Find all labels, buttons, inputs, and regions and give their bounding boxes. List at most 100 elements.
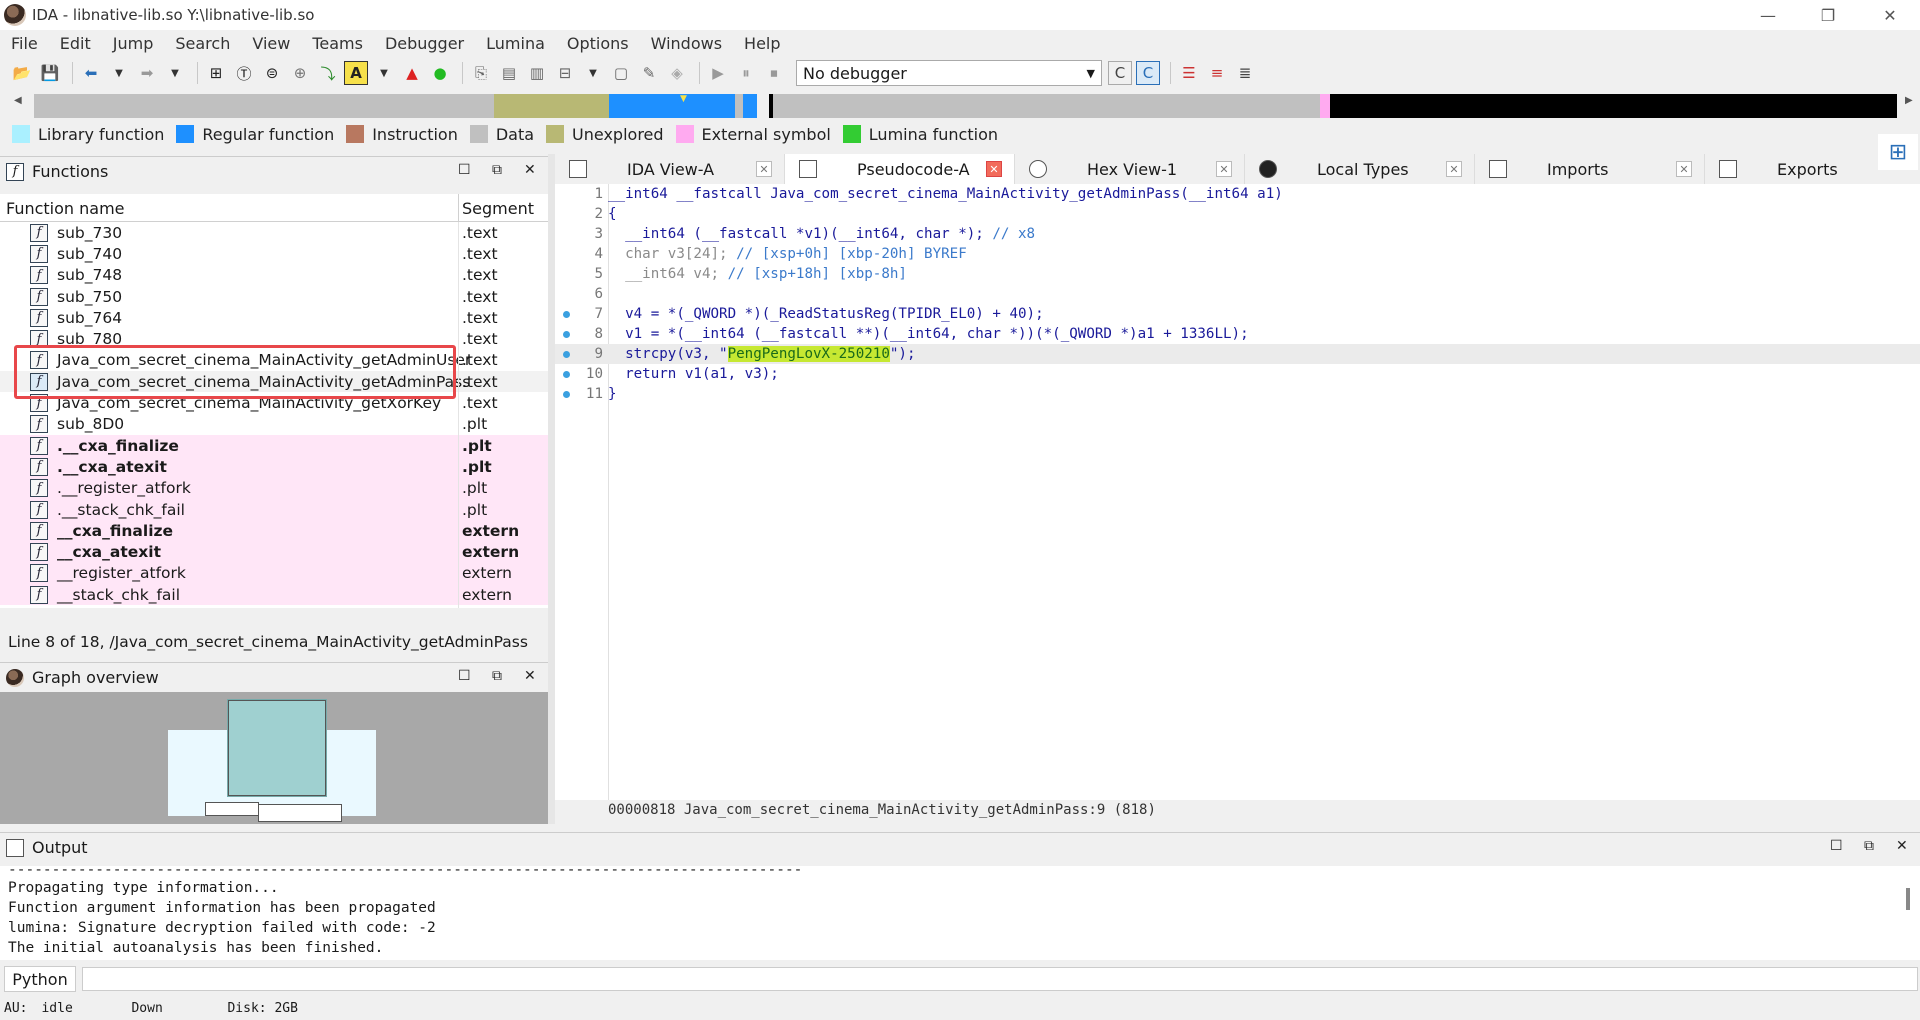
table-row[interactable]: f __cxa_atexit extern — [0, 541, 548, 563]
back-dropdown-icon[interactable]: ▼ — [107, 61, 131, 85]
maximize-icon[interactable]: ☐ — [458, 668, 471, 684]
table-row[interactable]: f sub_8D0 .plt — [0, 414, 548, 435]
code-line[interactable]: 5 __int64 v4; // [xsp+18h] [xbp-8h] — [555, 264, 1920, 284]
table-row[interactable]: f .__cxa_atexit .plt — [0, 456, 548, 478]
start-debug-icon[interactable]: ▶ — [706, 61, 730, 85]
code-line[interactable]: 8 v1 = *(__int64 (__fastcall **)(__int64… — [555, 324, 1920, 344]
breakpoint-dot-icon[interactable] — [563, 391, 570, 398]
table-row[interactable]: f sub_750 .text — [0, 286, 548, 307]
float-icon[interactable]: ⧉ — [492, 668, 502, 684]
forward-dropdown-icon[interactable]: ▼ — [163, 61, 187, 85]
decompile-icon[interactable]: C — [1136, 61, 1160, 85]
menu-debugger[interactable]: Debugger — [374, 34, 475, 53]
close-icon[interactable]: ✕ — [986, 161, 1002, 177]
array-dropdown-icon[interactable]: ▼ — [581, 61, 605, 85]
rename-icon[interactable]: ✎ — [637, 61, 661, 85]
code-line[interactable]: 6 — [555, 284, 1920, 304]
close-icon[interactable]: ✕ — [756, 161, 772, 177]
data-icon[interactable]: ▤ — [497, 61, 521, 85]
code-line-current[interactable]: 9 strcpy(v3, "PengPengLovX-250210"); — [555, 344, 1920, 364]
string-dropdown-icon[interactable]: ▼ — [372, 61, 396, 85]
menu-view[interactable]: View — [241, 34, 301, 53]
table-row[interactable]: f .__register_atfork .plt — [0, 477, 548, 499]
pseudocode-view[interactable]: 1 __int64 __fastcall Java_com_secret_cine… — [555, 184, 1920, 800]
breakpoint-list-icon[interactable]: ≡ — [1205, 61, 1229, 85]
breakpoint-dot-icon[interactable] — [563, 311, 570, 318]
maximize-icon[interactable]: ☐ — [1830, 838, 1843, 854]
minimize-icon[interactable]: — — [1740, 0, 1796, 30]
table-row[interactable]: f sub_740 .text — [0, 243, 548, 264]
close-icon[interactable]: ✕ — [1896, 838, 1908, 854]
menu-search[interactable]: Search — [164, 34, 241, 53]
table-row[interactable]: f sub_764 .text — [0, 307, 548, 328]
tab-pseudocode[interactable]: Pseudocode-A ✕ — [785, 154, 1015, 184]
graph-overview-canvas[interactable] — [0, 692, 548, 824]
table-row[interactable]: f sub_730 .text — [0, 222, 548, 243]
panel-splitter[interactable] — [548, 154, 555, 824]
table-row[interactable]: f __register_atfork extern — [0, 562, 548, 585]
pause-icon[interactable]: ⏸ — [734, 61, 758, 85]
code-line[interactable]: 4 char v3[24]; // [xsp+0h] [xbp-20h] BYR… — [555, 244, 1920, 264]
string-icon[interactable]: A — [344, 61, 368, 85]
output-log[interactable]: ----------------------------------------… — [0, 866, 1920, 960]
close-icon[interactable]: ✕ — [1446, 161, 1462, 177]
python-command-input[interactable] — [82, 967, 1918, 991]
back-arrow-icon[interactable]: ⬅ — [79, 61, 103, 85]
menu-options[interactable]: Options — [556, 34, 640, 53]
menu-edit[interactable]: Edit — [49, 34, 102, 53]
forward-arrow-icon[interactable]: ➡ — [135, 61, 159, 85]
tab-local-types[interactable]: Local Types ✕ — [1245, 154, 1475, 184]
table-row[interactable]: f __stack_chk_fail extern — [0, 584, 548, 606]
code-line[interactable]: 2{ — [555, 204, 1920, 224]
menu-teams[interactable]: Teams — [301, 34, 374, 53]
output-scrollbar[interactable] — [1906, 888, 1910, 910]
c-icon[interactable]: C — [1108, 61, 1132, 85]
column-header-name[interactable]: Function name — [6, 199, 125, 218]
list-icon[interactable]: ☰ — [1177, 61, 1201, 85]
undefine-icon[interactable]: ▢ — [609, 61, 633, 85]
tab-ida-view[interactable]: IDA View-A ✕ — [555, 154, 785, 184]
breakpoint-dot-icon[interactable] — [563, 351, 570, 358]
diamond-icon[interactable]: ◈ — [665, 61, 689, 85]
code-line[interactable]: 11} — [555, 384, 1920, 404]
menu-file[interactable]: File — [0, 34, 49, 53]
grid-apps-icon[interactable]: ⊞ — [1878, 134, 1918, 170]
table-row[interactable]: f .__stack_chk_fail .plt — [0, 498, 548, 521]
breakpoint-dot-icon[interactable] — [563, 371, 570, 378]
run-analysis-icon[interactable]: ● — [428, 61, 452, 85]
nav-right-arrow-icon[interactable]: ▶ — [1905, 95, 1917, 117]
close-icon[interactable]: ✕ — [524, 162, 536, 178]
search-next-icon[interactable]: ⊕ — [288, 61, 312, 85]
table-row[interactable]: f sub_748 .text — [0, 265, 548, 286]
code-line[interactable]: 1 __int64 __fastcall Java_com_secret_cine… — [555, 184, 1920, 204]
debugger-select[interactable]: No debugger ▼ — [796, 60, 1102, 86]
nav-left-arrow-icon[interactable]: ◀ — [14, 95, 26, 117]
code-line[interactable]: 10 return v1(a1, v3); — [555, 364, 1920, 384]
code-icon[interactable]: ⎘ — [469, 61, 493, 85]
table-row[interactable]: f .__cxa_finalize .plt — [0, 434, 548, 457]
maximize-icon[interactable]: ☐ — [458, 162, 471, 178]
array-icon[interactable]: ⊟ — [553, 61, 577, 85]
close-icon[interactable]: ✕ — [1862, 0, 1918, 30]
table-row[interactable]: f __cxa_finalize extern — [0, 520, 548, 542]
tab-hex-view[interactable]: Hex View-1 ✕ — [1015, 154, 1245, 184]
menu-windows[interactable]: Windows — [640, 34, 733, 53]
python-button[interactable]: Python — [4, 966, 76, 992]
code-line[interactable]: 7 v4 = *(_QWORD *)(_ReadStatusReg(TPIDR_… — [555, 304, 1920, 324]
close-icon[interactable]: ✕ — [524, 668, 536, 684]
navigation-band[interactable]: ◀ ▶ ▼ — [0, 92, 1920, 120]
open-folder-icon[interactable]: 📂 — [10, 61, 34, 85]
jump-icon[interactable]: ⤵ — [316, 61, 340, 85]
float-icon[interactable]: ⧉ — [1864, 838, 1874, 854]
menu-jump[interactable]: Jump — [102, 34, 165, 53]
immediate-search-icon[interactable]: ⊜ — [260, 61, 284, 85]
text-search-icon[interactable]: Ⓣ — [232, 61, 256, 85]
save-icon[interactable]: 💾 — [38, 61, 62, 85]
string-literal[interactable]: PengPengLovX-250210 — [727, 346, 890, 362]
struct-icon[interactable]: ▥ — [525, 61, 549, 85]
indent-list-icon[interactable]: ≣ — [1233, 61, 1257, 85]
menu-lumina[interactable]: Lumina — [475, 34, 556, 53]
breakpoint-icon[interactable]: ▲ — [400, 61, 424, 85]
float-icon[interactable]: ⧉ — [492, 162, 502, 178]
binary-search-icon[interactable]: ⊞ — [204, 61, 228, 85]
